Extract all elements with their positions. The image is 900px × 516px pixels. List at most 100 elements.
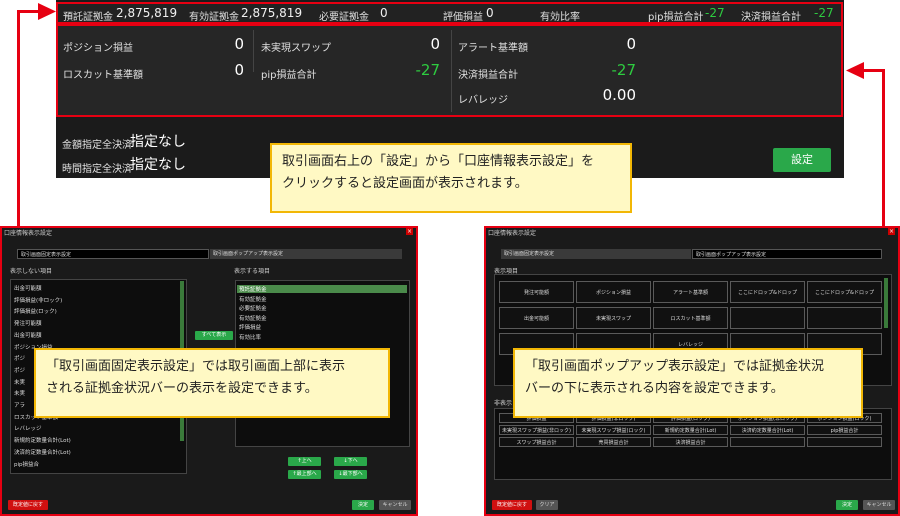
settings-button[interactable]: 設定 <box>773 148 831 172</box>
list-item[interactable]: 有効証拠金 <box>239 295 267 303</box>
callout-top-line1: 取引画面右上の「設定」から「口座情報表示設定」を <box>282 154 595 169</box>
list-item[interactable]: pip損益合 <box>14 460 39 468</box>
status-value-pip: -27 <box>705 6 725 20</box>
status-label-settle: 決済損益合計 <box>741 12 801 23</box>
callout-left-line2: される証拠金状況バーの表示を設定できます。 <box>46 381 318 396</box>
cancel-button[interactable]: キャンセル <box>379 500 411 510</box>
list-item[interactable]: 発注可能額 <box>14 319 42 327</box>
grid-cell[interactable]: 未実現スワップ損益(ロック) <box>576 425 651 435</box>
divider <box>253 30 254 72</box>
arrow-right-line <box>882 69 885 226</box>
move-up-button[interactable]: ↑上へ <box>288 457 321 466</box>
arrow-right-line <box>862 69 885 72</box>
status-label-pip: pip損益合計 <box>648 12 704 23</box>
grid-cell[interactable]: ポジション損益 <box>576 281 651 303</box>
reset-default-button[interactable]: 既定値に戻す <box>8 500 48 510</box>
ok-button[interactable]: 決定 <box>352 500 374 510</box>
status-label-pl: 評価損益 <box>443 12 483 23</box>
status-value-required: 0 <box>380 6 388 20</box>
grid-cell[interactable]: 出金可能額 <box>499 307 574 329</box>
move-down-button[interactable]: ↓下へ <box>334 457 367 466</box>
move-top-button[interactable]: ↑最上部へ <box>288 470 321 479</box>
grid-cell[interactable]: 売買損益合計 <box>576 437 651 447</box>
grid-cell[interactable] <box>730 307 805 329</box>
list-item[interactable]: 評価損益(非ロック) <box>14 296 62 304</box>
grid-cell[interactable]: ここにドロップ&ドロップ <box>807 281 882 303</box>
grid-cell[interactable] <box>730 437 805 447</box>
status-label-required: 必要証拠金 <box>319 12 369 23</box>
tab-popup-display[interactable]: 取引画面ポップアップ表示設定 <box>210 249 402 259</box>
list-item[interactable]: 決済約定数量合計(Lot) <box>14 448 71 456</box>
hidden-items-grid[interactable]: 評価損益 評価損益(非ロック) 評価損益(ロック) ポジション損益(非ロック) ポジショ… <box>494 408 892 480</box>
list-item[interactable]: 未実 <box>14 389 25 397</box>
hidden-items-caption: 表示しない項目 <box>10 268 53 275</box>
ok-button[interactable]: 決定 <box>836 500 858 510</box>
grid-cell[interactable]: ここにドロップ&ドロップ <box>730 281 805 303</box>
grid-cell[interactable]: pip損益合計 <box>807 425 882 435</box>
time-settle-value: 指定なし <box>130 157 186 173</box>
list-item[interactable]: 新規約定数量合計(Lot) <box>14 436 71 444</box>
cancel-button[interactable]: キャンセル <box>863 500 895 510</box>
list-item[interactable]: 預託証拠金 <box>237 285 407 293</box>
shown-items-caption: 表示する項目 <box>234 268 271 275</box>
close-icon[interactable]: × <box>406 228 413 235</box>
list-item[interactable]: ポジ <box>14 366 25 374</box>
info-label-settle-total: 決済損益合計 <box>458 70 518 81</box>
grid-cell[interactable]: 未実現スワップ <box>576 307 651 329</box>
info-value-settle-total: -27 <box>611 61 637 79</box>
grid-cell[interactable]: 未実現スワップ損益(非ロック) <box>499 425 574 435</box>
dialog-title: 口座情報表示設定 <box>488 230 537 237</box>
list-item[interactable]: アラ <box>14 401 25 409</box>
tab-fixed-display[interactable]: 取引画面固定表示設定 <box>501 249 691 259</box>
info-label-position-pl: ポジション損益 <box>63 43 133 54</box>
clear-button[interactable]: クリア <box>536 500 558 510</box>
status-value-effective: 2,875,819 <box>241 6 303 20</box>
scrollbar[interactable] <box>884 278 888 328</box>
move-bottom-button[interactable]: ↓最下部へ <box>334 470 367 479</box>
divider <box>451 30 452 112</box>
show-all-button[interactable]: すべて表示 <box>195 331 233 340</box>
info-label-leverage: レバレッジ <box>458 95 508 106</box>
list-item[interactable]: 有効証拠金 <box>239 314 267 322</box>
info-value-leverage: 0.00 <box>602 86 636 104</box>
reset-default-button[interactable]: 既定値に戻す <box>492 500 532 510</box>
info-label-swap: 未実現スワップ <box>261 43 331 54</box>
list-item[interactable]: 出金可能額 <box>14 331 42 339</box>
status-label-effective: 有効証拠金 <box>189 12 239 23</box>
info-label-alert: アラート基準額 <box>458 43 528 54</box>
list-item[interactable]: 必要証拠金 <box>239 304 267 312</box>
amount-settle-label: 金額指定全決済 <box>62 140 132 151</box>
arrow-left-line <box>17 10 20 226</box>
list-item[interactable]: 未実 <box>14 378 25 386</box>
list-item[interactable]: 出金可能額 <box>14 284 42 292</box>
tab-popup-display[interactable]: 取引画面ポップアップ表示設定 <box>692 249 882 259</box>
grid-cell[interactable]: アラート基準額 <box>653 281 728 303</box>
info-value-losscut: 0 <box>234 61 244 79</box>
callout-top: 取引画面右上の「設定」から「口座情報表示設定」を クリックすると設定画面が表示さ… <box>270 143 632 213</box>
amount-settle-value: 指定なし <box>130 134 186 150</box>
list-item[interactable]: レバレッジ <box>14 424 42 432</box>
status-value-settle: -27 <box>814 6 834 20</box>
close-icon[interactable]: × <box>888 228 895 235</box>
grid-cell[interactable]: 新規約定数量合計(Lot) <box>653 425 728 435</box>
info-value-position-pl: 0 <box>234 35 244 53</box>
status-value-pl: 0 <box>486 6 494 20</box>
grid-cell[interactable] <box>807 307 882 329</box>
list-item[interactable]: 評価損益(ロック) <box>14 307 57 315</box>
status-value-deposit: 2,875,819 <box>116 6 178 20</box>
grid-cell[interactable]: 決済約定数量合計(Lot) <box>730 425 805 435</box>
grid-cell[interactable]: 発注可能額 <box>499 281 574 303</box>
list-item[interactable]: 評価損益 <box>239 323 261 331</box>
callout-right: 「取引画面ポップアップ表示設定」では証拠金状況 バーの下に表示される内容を設定で… <box>513 348 863 418</box>
grid-cell[interactable]: ロスカット基準額 <box>653 307 728 329</box>
grid-cell[interactable] <box>807 437 882 447</box>
grid-cell[interactable]: スワップ損益合計 <box>499 437 574 447</box>
arrow-left-head-icon <box>38 3 56 20</box>
tab-fixed-display[interactable]: 取引画面固定表示設定 <box>17 249 209 259</box>
list-item[interactable]: 有効比率 <box>239 333 261 341</box>
grid-cell[interactable]: 決済損益合計 <box>653 437 728 447</box>
list-item[interactable]: ポジ <box>14 354 25 362</box>
time-settle-label: 時間指定全決済 <box>62 164 132 175</box>
callout-top-line2: クリックすると設定画面が表示されます。 <box>282 176 528 191</box>
status-label-ratio: 有効比率 <box>540 12 580 23</box>
